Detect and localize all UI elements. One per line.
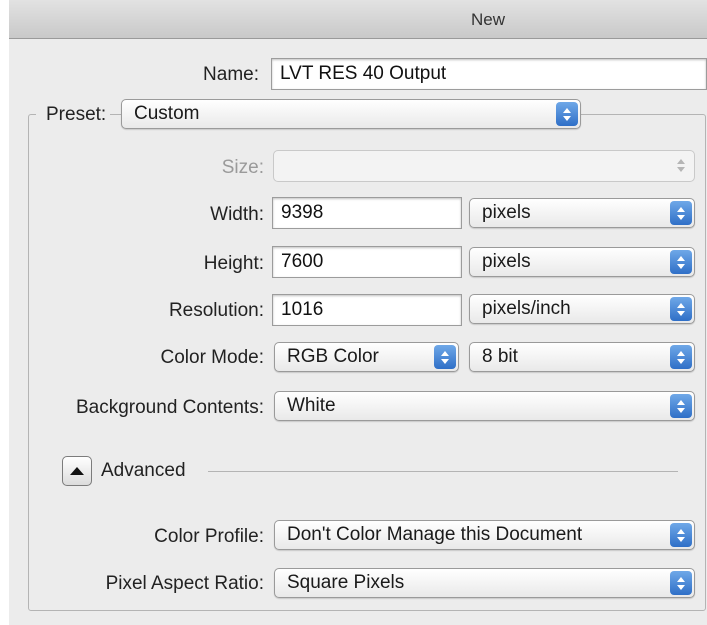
size-label: Size:: [221, 157, 264, 178]
height-unit-stepper-icon: [670, 250, 692, 274]
width-unit-select[interactable]: pixels: [469, 198, 695, 228]
color-mode-value: RGB Color: [287, 346, 379, 367]
color-mode-stepper-icon: [434, 345, 456, 369]
pixel-aspect-ratio-label: Pixel Aspect Ratio:: [105, 573, 264, 594]
preset-select[interactable]: Custom: [121, 99, 581, 129]
background-contents-stepper-icon: [670, 394, 692, 418]
color-profile-select[interactable]: Don't Color Manage this Document: [274, 520, 695, 550]
size-select[interactable]: [273, 150, 695, 182]
resolution-unit-value: pixels/inch: [482, 298, 571, 319]
advanced-disclosure-button[interactable]: [62, 456, 92, 486]
resolution-label: Resolution:: [168, 300, 264, 321]
color-profile-stepper-icon: [670, 523, 692, 547]
color-mode-label: Color Mode:: [160, 347, 265, 368]
color-profile-label: Color Profile:: [154, 526, 264, 547]
width-label: Width:: [210, 204, 264, 225]
preset-stepper-icon: [556, 102, 578, 126]
width-unit-stepper-icon: [670, 201, 692, 225]
resolution-unit-select[interactable]: pixels/inch: [469, 294, 695, 324]
name-field[interactable]: LVT RES 40 Output: [271, 58, 707, 90]
preset-label: Preset:: [36, 104, 111, 126]
resolution-field[interactable]: 1016: [272, 294, 462, 326]
pixel-aspect-ratio-value: Square Pixels: [287, 572, 405, 593]
background-contents-select[interactable]: White: [274, 391, 695, 421]
width-unit-value: pixels: [482, 202, 531, 223]
background-contents-label: Background Contents:: [75, 397, 264, 418]
window-edge: [0, 0, 9, 625]
title-bar: New: [9, 0, 707, 39]
preset-value: Custom: [134, 103, 200, 124]
height-field[interactable]: 7600: [272, 246, 462, 278]
triangle-up-icon: [70, 467, 84, 475]
height-unit-select[interactable]: pixels: [469, 247, 695, 277]
pixel-aspect-ratio-stepper-icon: [670, 571, 692, 595]
height-label: Height:: [203, 253, 264, 274]
color-mode-select[interactable]: RGB Color: [274, 342, 459, 372]
background-contents-value: White: [287, 395, 336, 416]
color-profile-value: Don't Color Manage this Document: [287, 524, 583, 545]
advanced-label: Advanced: [101, 460, 186, 481]
bit-depth-value: 8 bit: [482, 346, 518, 367]
pixel-aspect-ratio-select[interactable]: Square Pixels: [274, 568, 695, 598]
bit-depth-stepper-icon: [670, 345, 692, 369]
advanced-separator: [208, 471, 678, 472]
size-stepper-icon: [670, 153, 692, 177]
window-title: New: [470, 10, 505, 29]
resolution-unit-stepper-icon: [670, 297, 692, 321]
height-unit-value: pixels: [482, 251, 531, 272]
name-label: Name:: [203, 64, 259, 85]
bit-depth-select[interactable]: 8 bit: [469, 342, 695, 372]
width-field[interactable]: 9398: [272, 197, 462, 229]
